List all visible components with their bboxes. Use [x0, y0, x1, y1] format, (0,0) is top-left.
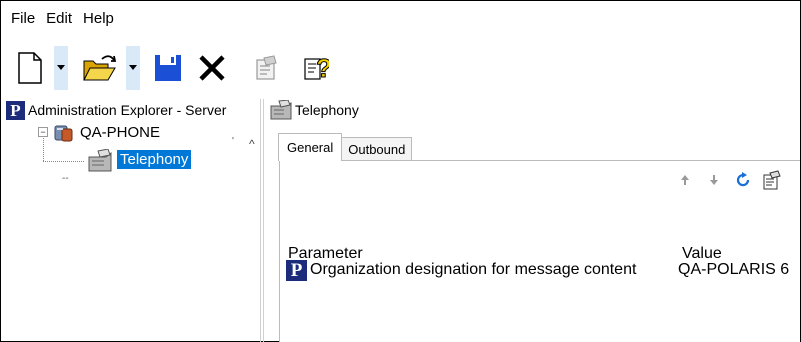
svg-text:?: ?	[316, 53, 329, 83]
menu-edit[interactable]: Edit	[46, 10, 72, 27]
menu-bar: File Edit Help	[2, 2, 800, 34]
tree-marker: --	[62, 173, 69, 184]
new-dropdown[interactable]	[54, 46, 68, 90]
open-dropdown[interactable]	[126, 46, 140, 90]
tree-expander[interactable]: −	[38, 127, 48, 137]
move-up-button[interactable]	[673, 168, 697, 192]
open-button[interactable]	[78, 46, 122, 90]
refresh-icon	[736, 172, 750, 187]
menu-help[interactable]: Help	[83, 10, 114, 27]
grid-actions	[668, 166, 784, 194]
table-row[interactable]: P Organization designation for message c…	[286, 258, 800, 282]
tree-marker: '	[232, 136, 234, 147]
help-button[interactable]: ?	[298, 46, 334, 90]
open-folder-icon	[83, 55, 117, 81]
panel-splitter[interactable]	[260, 99, 264, 342]
delete-button[interactable]	[192, 46, 232, 90]
save-icon	[155, 55, 181, 81]
telephony-icon	[86, 148, 114, 176]
save-button[interactable]	[146, 46, 190, 90]
help-icon: ?	[304, 53, 329, 83]
properties-button[interactable]	[248, 46, 284, 90]
polaris-logo-icon: P	[6, 100, 25, 120]
tab-outbound[interactable]: Outbound	[341, 137, 413, 161]
application-window: File Edit Help P Administration Explorer…	[0, 0, 801, 342]
explorer-title: Administration Explorer - Server	[28, 102, 227, 118]
polaris-logo-icon: P	[286, 259, 307, 281]
new-button[interactable]	[8, 46, 52, 90]
tree-node-qa-phone[interactable]: QA-PHONE	[80, 124, 160, 141]
tree-node-telephony[interactable]: Telephony	[117, 150, 192, 169]
delete-icon	[199, 55, 225, 81]
telephony-icon	[270, 100, 292, 120]
explorer-header: P Administration Explorer - Server	[6, 99, 259, 121]
value-cell: QA-POLARIS 6	[678, 261, 790, 278]
properties-icon	[256, 55, 277, 80]
chevron-down-icon	[57, 65, 65, 70]
arrow-down-icon	[710, 175, 718, 185]
scroll-up-icon[interactable]: ^	[249, 137, 255, 151]
explorer-tree: − QA-PHONE ^ ' Telephony --	[6, 123, 259, 342]
tree-connector	[43, 161, 84, 162]
refresh-button[interactable]	[731, 168, 755, 192]
tree-connector	[43, 138, 44, 161]
detail-header: Telephony	[269, 99, 799, 121]
row-properties-button[interactable]	[760, 168, 784, 192]
server-icon	[52, 123, 76, 146]
tab-strip: General Outbound	[278, 133, 413, 161]
menu-file[interactable]: File	[11, 10, 35, 27]
arrow-up-icon	[681, 175, 689, 185]
new-document-icon	[18, 52, 42, 84]
parameter-cell: P Organization designation for message c…	[286, 259, 678, 281]
properties-icon	[763, 170, 781, 190]
detail-title: Telephony	[295, 102, 359, 118]
move-down-button[interactable]	[702, 168, 726, 192]
tab-general[interactable]: General	[278, 133, 343, 161]
parameter-name: Organization designation for message con…	[310, 261, 637, 278]
chevron-down-icon	[129, 65, 137, 70]
toolbar: ?	[2, 46, 800, 90]
